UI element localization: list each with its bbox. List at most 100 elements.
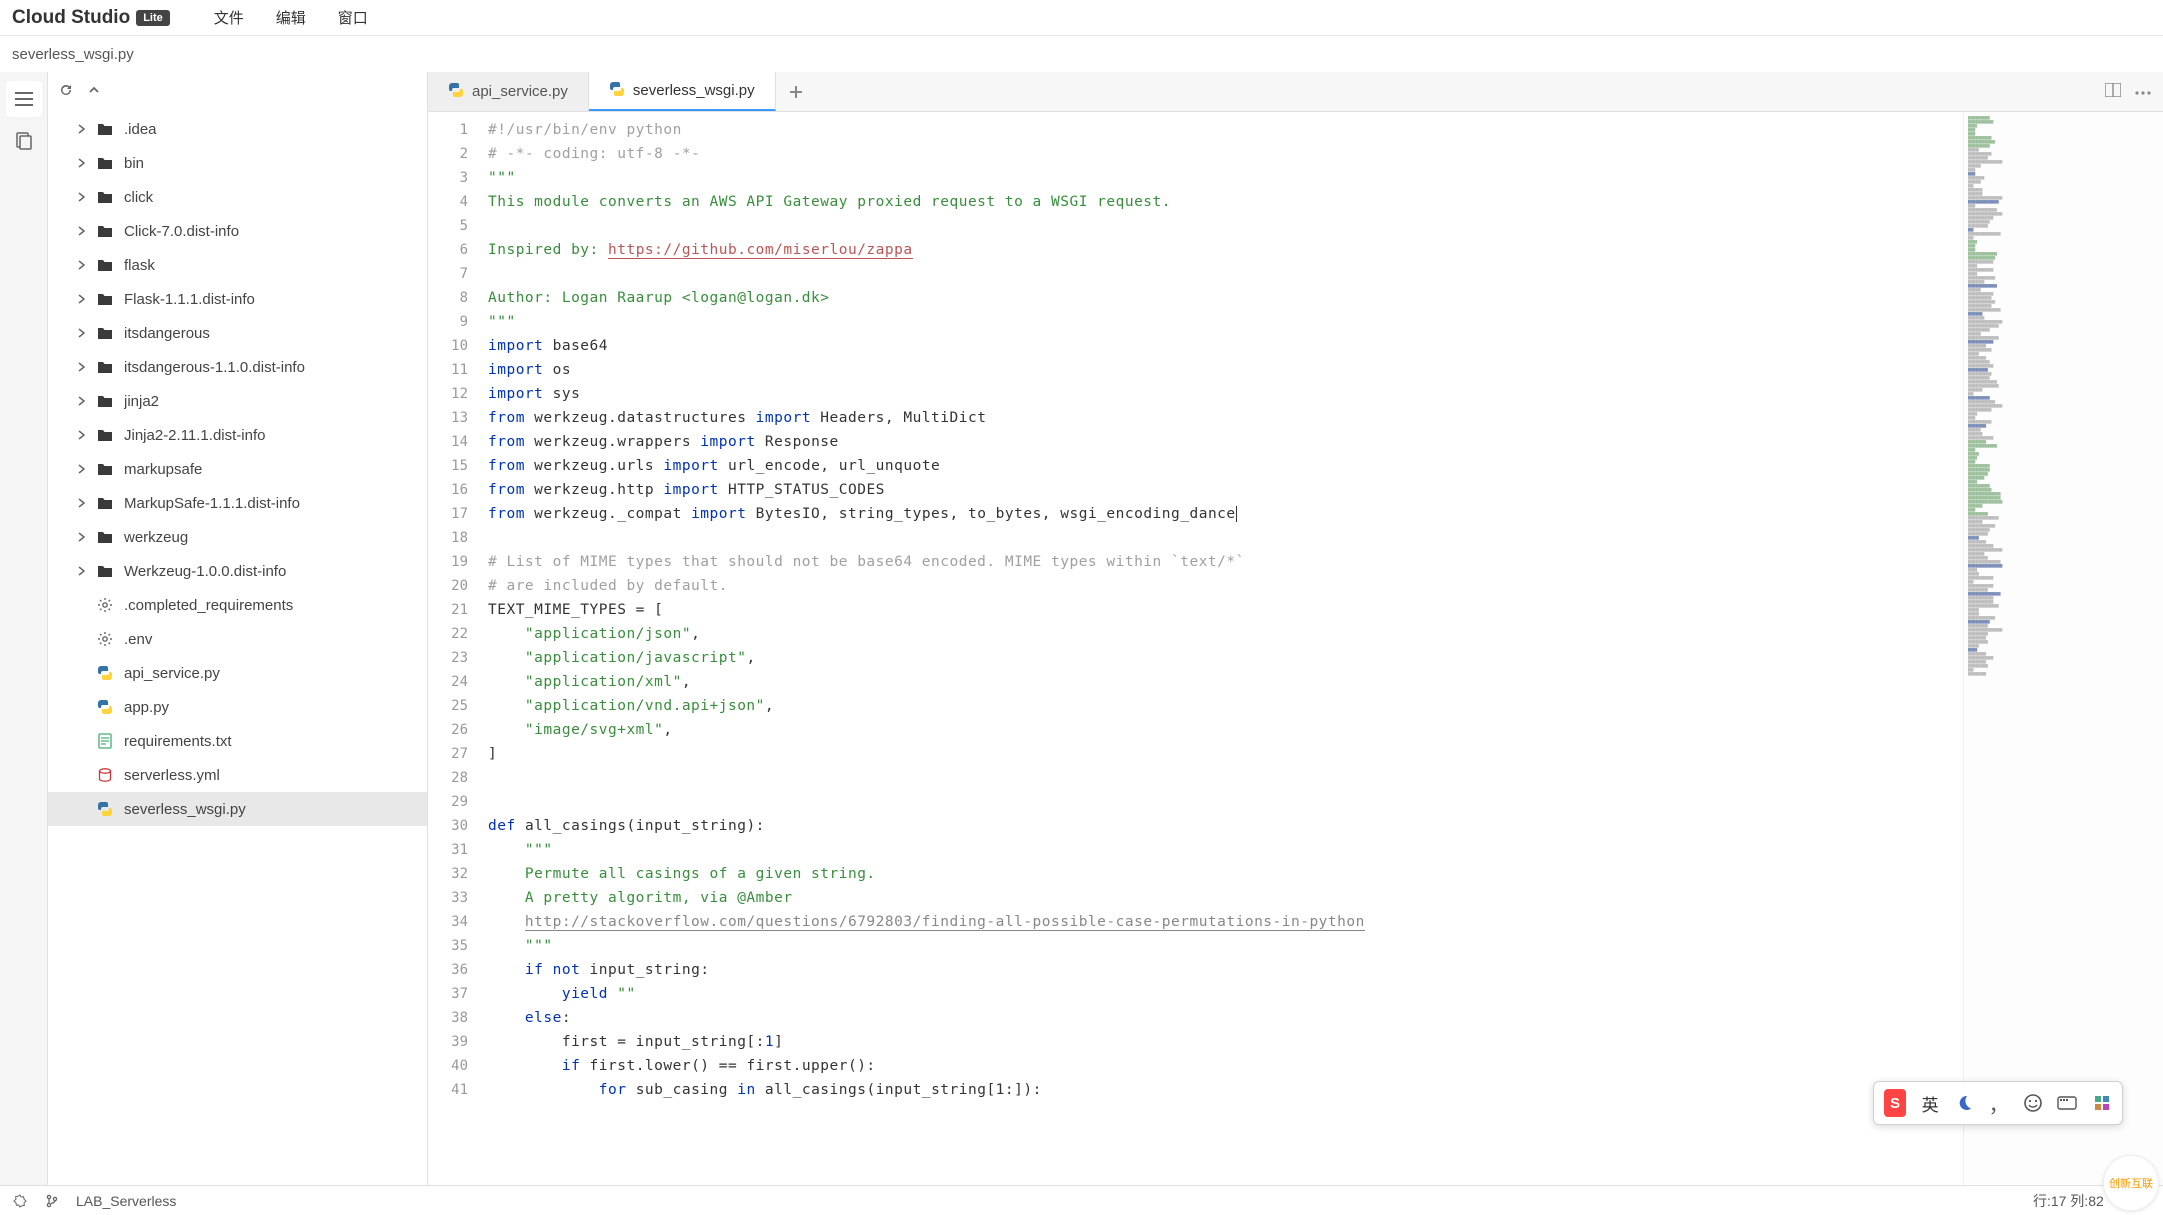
- more-icon[interactable]: [2135, 84, 2151, 99]
- caret-icon: [78, 498, 88, 508]
- brand-name: Cloud Studio: [12, 7, 130, 29]
- split-editor-icon[interactable]: [2105, 83, 2121, 100]
- comma-icon[interactable]: ，: [1989, 1090, 2009, 1116]
- moon-icon[interactable]: [1954, 1090, 1974, 1116]
- tree-item[interactable]: app.py: [48, 690, 427, 724]
- minimap[interactable]: ████████████████████████████████████████…: [1963, 112, 2163, 1185]
- tree-item[interactable]: bin: [48, 146, 427, 180]
- tree-item-label: markupsafe: [124, 461, 427, 478]
- project-name[interactable]: LAB_Serverless: [76, 1193, 176, 1209]
- tabs-right: [2105, 72, 2163, 111]
- folder-icon: [96, 224, 114, 238]
- collapse-icon[interactable]: [84, 80, 104, 100]
- tree-item-label: Werkzeug-1.0.0.dist-info: [124, 563, 427, 580]
- tree-item[interactable]: .env: [48, 622, 427, 656]
- caret-icon: [78, 532, 88, 542]
- tabs: api_service.pyseverless_wsgi.py: [428, 72, 2163, 112]
- cursor-position[interactable]: 行:17 列:82: [2033, 1191, 2104, 1211]
- smiley-icon[interactable]: [2023, 1090, 2043, 1116]
- tree-item-label: itsdangerous-1.1.0.dist-info: [124, 359, 427, 376]
- tree-item[interactable]: jinja2: [48, 384, 427, 418]
- tree-item[interactable]: requirements.txt: [48, 724, 427, 758]
- tree-item[interactable]: .completed_requirements: [48, 588, 427, 622]
- tree-item[interactable]: api_service.py: [48, 656, 427, 690]
- caret-icon: [78, 294, 88, 304]
- settings-icon[interactable]: [12, 1193, 28, 1209]
- keyboard-icon[interactable]: [2057, 1090, 2077, 1116]
- folder-icon: [96, 564, 114, 578]
- menubar: Cloud Studio Lite 文件 编辑 窗口: [0, 0, 2163, 36]
- tree-item[interactable]: Jinja2-2.11.1.dist-info: [48, 418, 427, 452]
- caret-icon: [78, 804, 88, 814]
- caret-icon: [78, 124, 88, 134]
- tree-item-label: Flask-1.1.1.dist-info: [124, 291, 427, 308]
- plus-icon: [789, 85, 803, 99]
- caret-icon: [78, 396, 88, 406]
- folder-icon: [96, 292, 114, 306]
- caret-icon: [78, 464, 88, 474]
- tree-item[interactable]: serverless.yml: [48, 758, 427, 792]
- tree-item[interactable]: werkzeug: [48, 520, 427, 554]
- folder-icon: [96, 258, 114, 272]
- tree-item-label: itsdangerous: [124, 325, 427, 342]
- tree-item-label: flask: [124, 257, 427, 274]
- tree-item-label: werkzeug: [124, 529, 427, 546]
- caret-icon: [78, 668, 88, 678]
- py-icon: [96, 699, 114, 715]
- ime-bar[interactable]: S 英 ，: [1873, 1081, 2123, 1125]
- caret-icon: [78, 430, 88, 440]
- editor-body[interactable]: 1234567891011121314151617181920212223242…: [428, 112, 2163, 1185]
- tree-item[interactable]: itsdangerous-1.1.0.dist-info: [48, 350, 427, 384]
- menu-edit[interactable]: 编辑: [276, 7, 306, 28]
- tree-item[interactable]: flask: [48, 248, 427, 282]
- folder-icon: [96, 360, 114, 374]
- tree-item[interactable]: Flask-1.1.1.dist-info: [48, 282, 427, 316]
- tree-item[interactable]: markupsafe: [48, 452, 427, 486]
- code-content[interactable]: #!/usr/bin/env python# -*- coding: utf-8…: [488, 112, 2163, 1185]
- gear-icon: [96, 631, 114, 647]
- folder-icon: [96, 530, 114, 544]
- tree-item-label: Click-7.0.dist-info: [124, 223, 427, 240]
- tree-item-label: .completed_requirements: [124, 597, 427, 614]
- tree-item[interactable]: itsdangerous: [48, 316, 427, 350]
- tree-item-label: click: [124, 189, 427, 206]
- tree-item-label: jinja2: [124, 393, 427, 410]
- caret-icon: [78, 566, 88, 576]
- activity-files[interactable]: [6, 123, 42, 159]
- caret-icon: [78, 158, 88, 168]
- sogou-icon[interactable]: S: [1884, 1089, 1906, 1117]
- python-icon: [448, 82, 464, 101]
- tree-item[interactable]: click: [48, 180, 427, 214]
- tree-item[interactable]: severless_wsgi.py: [48, 792, 427, 826]
- caret-icon: [78, 192, 88, 202]
- tree-item[interactable]: Werkzeug-1.0.0.dist-info: [48, 554, 427, 588]
- refresh-icon[interactable]: [56, 80, 76, 100]
- folder-icon: [96, 190, 114, 204]
- tree-item[interactable]: Click-7.0.dist-info: [48, 214, 427, 248]
- activity-bar: [0, 72, 48, 1185]
- tree-item-label: severless_wsgi.py: [124, 801, 427, 818]
- tab[interactable]: api_service.py: [428, 72, 589, 111]
- file-tree[interactable]: .idea bin click Click-7.0.dist-info flask Fla…: [48, 108, 427, 1185]
- txt-icon: [96, 733, 114, 749]
- menu-window[interactable]: 窗口: [338, 7, 368, 28]
- tree-item[interactable]: .idea: [48, 112, 427, 146]
- ime-language[interactable]: 英: [1920, 1090, 1940, 1116]
- branch-icon[interactable]: [44, 1193, 60, 1209]
- tree-item-label: serverless.yml: [124, 767, 427, 784]
- tree-item[interactable]: MarkupSafe-1.1.1.dist-info: [48, 486, 427, 520]
- menu-file[interactable]: 文件: [214, 7, 244, 28]
- folder-icon: [96, 122, 114, 136]
- sidebar-toolbar: [48, 72, 427, 108]
- subheader: severless_wsgi.py: [0, 36, 2163, 72]
- python-icon: [609, 81, 625, 100]
- tab[interactable]: severless_wsgi.py: [589, 72, 776, 111]
- tree-item-label: app.py: [124, 699, 427, 716]
- tree-item-label: bin: [124, 155, 427, 172]
- py-icon: [96, 665, 114, 681]
- tree-item-label: MarkupSafe-1.1.1.dist-info: [124, 495, 427, 512]
- tab-add-button[interactable]: [776, 72, 816, 111]
- statusbar: LAB_Serverless 行:17 列:82 UTF: [0, 1185, 2163, 1215]
- activity-explorer[interactable]: [6, 81, 42, 117]
- grid-icon[interactable]: [2092, 1090, 2112, 1116]
